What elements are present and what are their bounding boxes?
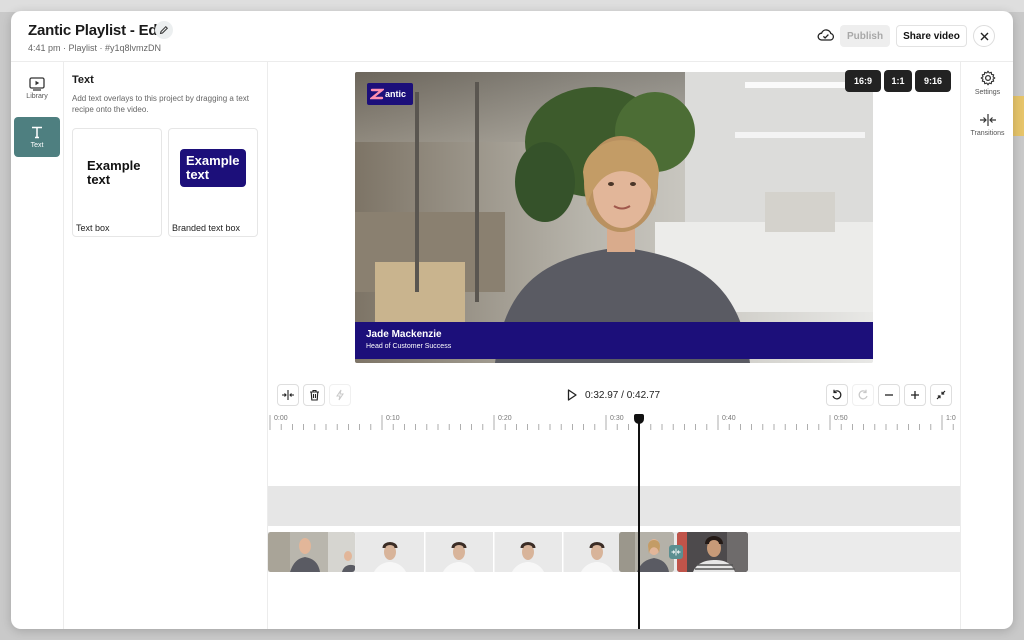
ruler-label: 0:30 [610, 415, 624, 422]
magic-button[interactable] [329, 384, 351, 406]
transitions-label: Transitions [970, 130, 1005, 137]
playhead[interactable] [638, 419, 640, 629]
text-track[interactable] [268, 486, 960, 526]
clip-thumbnails [619, 532, 674, 572]
undo-icon [832, 389, 842, 400]
gear-icon [980, 70, 995, 86]
branded-text-box-recipe[interactable]: Example text Branded text box [168, 128, 258, 237]
lower-third-banner[interactable]: Jade Mackenzie Head of Customer Success [355, 322, 873, 359]
ruler-label: 1:0 [946, 415, 956, 422]
transition-handle[interactable] [669, 545, 683, 559]
edit-title-button[interactable] [155, 21, 173, 39]
transitions-button[interactable]: Transitions [961, 113, 1013, 137]
rail-item-library[interactable]: Library [14, 68, 60, 108]
video-preview[interactable]: antic Jade Mackenzie Head of Customer Su… [355, 72, 873, 363]
close-icon [980, 32, 988, 40]
panel-description: Add text overlays to this project by dra… [72, 94, 249, 114]
brand-logo: antic [367, 83, 413, 105]
redo-button[interactable] [852, 384, 874, 406]
ruler-label: 0:40 [722, 415, 736, 422]
clip-thumbnails [268, 532, 355, 572]
card-label: Branded text box [172, 223, 241, 233]
zoom-in-button[interactable] [904, 384, 926, 406]
close-button[interactable] [973, 25, 995, 47]
card-label: Text box [76, 223, 110, 233]
play-screen-icon [29, 76, 45, 91]
rail-item-label: Text [30, 142, 44, 149]
time-display: 0:32.97 / 0:42.77 [585, 390, 661, 401]
video-clip[interactable] [677, 532, 748, 572]
clip-thumbnails [356, 532, 632, 572]
logo-mark-icon [370, 88, 384, 100]
clip-thumbnails [677, 532, 748, 572]
right-rail: Settings Transitions [960, 62, 1013, 629]
lower-third-role: Head of Customer Success [366, 343, 452, 350]
zoom-out-button[interactable] [878, 384, 900, 406]
video-clip[interactable] [619, 532, 674, 572]
page-title: Zantic Playlist - Edit [28, 22, 167, 39]
settings-button[interactable]: Settings [961, 70, 1013, 96]
collapse-icon [936, 390, 946, 400]
ruler-label: 0:20 [498, 415, 512, 422]
split-icon [282, 390, 294, 400]
aspect-1-1-button[interactable]: 1:1 [884, 70, 912, 92]
transitions-icon [671, 548, 681, 556]
aspect-9-16-button[interactable]: 9:16 [915, 70, 951, 92]
transitions-icon [979, 114, 996, 126]
split-button[interactable] [277, 384, 299, 406]
left-rail: Library Text [11, 62, 64, 629]
branded-text-box-preview: Example text [180, 149, 246, 187]
panel-title: Text [72, 74, 94, 86]
publish-button[interactable]: Publish [840, 25, 890, 47]
playlist-meta: 4:41 pm · Playlist · #y1q8lvmzDN [28, 43, 162, 53]
ruler-label: 0:10 [386, 415, 400, 422]
fit-timeline-button[interactable] [930, 384, 952, 406]
aspect-16-9-button[interactable]: 16:9 [845, 70, 881, 92]
minus-icon [885, 394, 893, 396]
text-panel: Text Add text overlays to this project b… [64, 62, 268, 629]
text-t-icon [32, 126, 42, 139]
background-app-accent [1012, 96, 1024, 136]
video-clip[interactable] [268, 532, 355, 572]
lower-third-name: Jade Mackenzie [366, 329, 442, 340]
redo-icon [858, 389, 868, 400]
trash-icon [309, 389, 319, 401]
text-box-preview: Example text [87, 158, 141, 187]
undo-button[interactable] [826, 384, 848, 406]
share-video-button[interactable]: Share video [896, 25, 967, 47]
editor-modal: Zantic Playlist - Edit 4:41 pm · Playlis… [11, 11, 1013, 629]
delete-button[interactable] [303, 384, 325, 406]
ruler-label: 0:50 [834, 415, 848, 422]
pencil-icon [159, 25, 169, 35]
video-clip[interactable] [356, 532, 632, 572]
play-button[interactable] [567, 389, 577, 401]
ruler-label: 0:00 [274, 415, 288, 422]
video-frame [355, 72, 873, 363]
settings-label: Settings [974, 89, 1001, 96]
rail-item-label: Library [26, 92, 48, 100]
plus-icon [911, 391, 919, 399]
logo-text: antic [385, 89, 407, 99]
rail-item-text[interactable]: Text [14, 117, 60, 157]
timeline-ruler[interactable]: 0:00 0:10 0:20 0:30 0:40 0:50 1:0 [268, 411, 960, 431]
lightning-icon [336, 389, 344, 401]
text-box-recipe[interactable]: Example text Text box [72, 128, 162, 237]
playhead-handle[interactable] [634, 414, 644, 424]
cloud-check-icon [817, 29, 835, 41]
